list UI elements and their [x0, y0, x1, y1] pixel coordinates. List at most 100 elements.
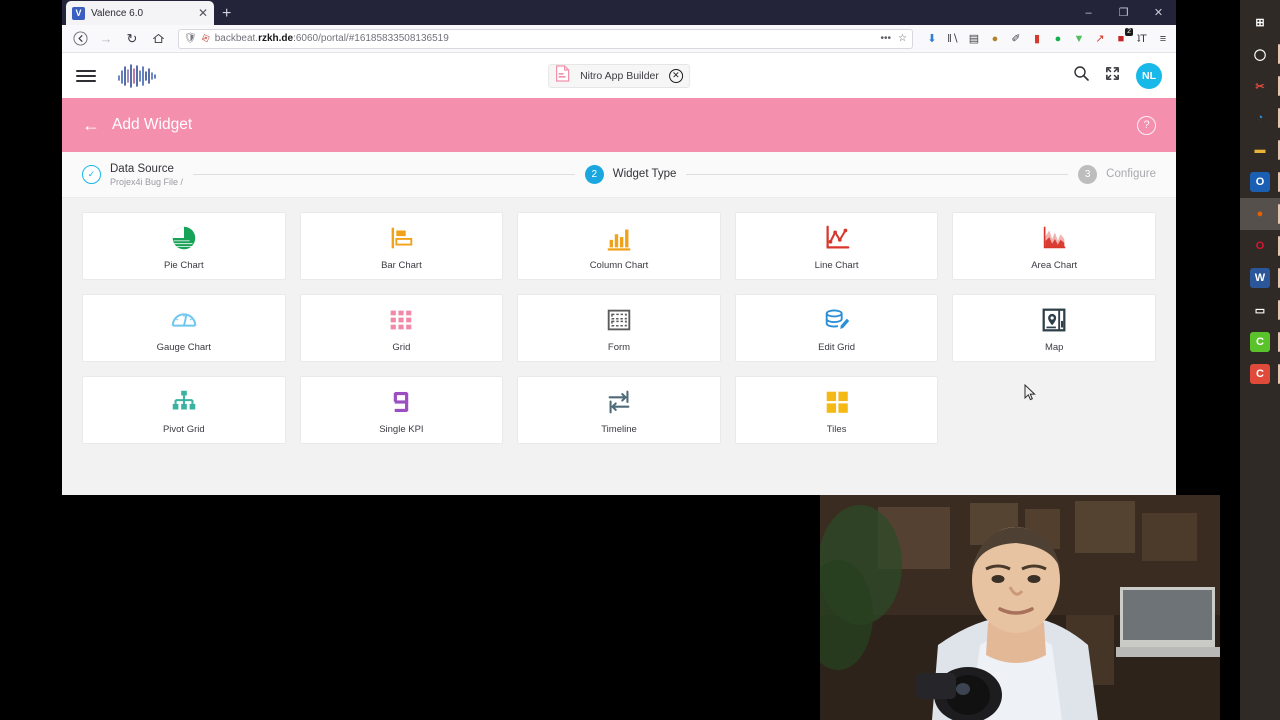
pointer-red-icon[interactable]: ↗: [1093, 32, 1107, 46]
start-button-icon[interactable]: ⊞: [1240, 6, 1280, 38]
menu-icon[interactable]: ≡: [1156, 32, 1170, 46]
widget-card-label: Column Chart: [589, 259, 649, 271]
page-actions-icon[interactable]: •••: [881, 33, 892, 44]
widget-card-grid[interactable]: Grid: [299, 294, 504, 362]
widget-card-label: Grid: [392, 341, 411, 353]
browser-tab[interactable]: V Valence 6.0 ✕: [66, 1, 214, 25]
search-icon[interactable]: [1073, 65, 1089, 86]
app-red-c-icon[interactable]: C: [1240, 358, 1280, 390]
widget-card-pivot-grid[interactable]: Pivot Grid: [82, 376, 286, 444]
widget-card-pie-chart[interactable]: Pie Chart: [82, 212, 286, 280]
word-icon[interactable]: W: [1240, 262, 1280, 294]
area-chart-icon: [1039, 222, 1069, 254]
widget-card-single-kpi[interactable]: Single KPI: [299, 376, 504, 444]
site-info-icon[interactable]: 🛡: [184, 33, 197, 44]
help-icon[interactable]: ?: [1137, 115, 1156, 135]
widget-card-label: Edit Grid: [818, 341, 856, 353]
recorder-icon[interactable]: ▮: [1030, 32, 1044, 46]
remote-desktop-icon[interactable]: ▭: [1240, 294, 1280, 326]
gauge-chart-icon: [169, 304, 199, 336]
widget-card-label: Line Chart: [814, 259, 859, 271]
wizard-stepper: ✓ Data Source Projex4i Bug File / 2 Widget T…: [62, 152, 1176, 198]
file-explorer-icon[interactable]: ▬: [1240, 134, 1280, 166]
circle-green-icon[interactable]: ●: [1051, 32, 1065, 46]
bar-chart-icon: [386, 222, 416, 254]
widget-card-label: Pivot Grid: [162, 423, 205, 435]
url-bar[interactable]: 🛡 ⎆ backbeat.rzkh.de:6060/portal/#161858…: [178, 28, 913, 49]
widget-card-bar-chart[interactable]: Bar Chart: [299, 212, 504, 280]
wizard-step-2[interactable]: 2 Widget Type: [584, 165, 677, 184]
step-subtitle: Projex4i Bug File /: [110, 176, 184, 187]
cookie-icon[interactable]: ●: [988, 32, 1002, 46]
snip-sketch-icon[interactable]: ✂: [1240, 70, 1280, 102]
fullscreen-icon[interactable]: [1105, 66, 1120, 86]
wizard-step-1[interactable]: ✓ Data Source Projex4i Bug File /: [82, 162, 184, 187]
firefox-icon[interactable]: ●: [1240, 198, 1280, 230]
widget-card-form[interactable]: Form: [517, 294, 721, 362]
taskbar-icon-glyph: ▬: [1254, 144, 1266, 156]
outlook-icon[interactable]: O: [1240, 166, 1280, 198]
app-header-actions: NL: [1073, 62, 1162, 89]
browser-titlebar: V Valence 6.0 ✕ + – ❐ ✕: [62, 0, 1176, 25]
tracking-protection-icon[interactable]: ⎆: [200, 32, 211, 45]
step-indicator: 2: [584, 165, 604, 184]
browser-navbar: → ↻ 🛡 ⎆ backbeat.rzkh.de:6060/portal/#16…: [62, 25, 1176, 53]
back-arrow-icon[interactable]: ←: [82, 116, 100, 134]
widget-card-line-chart[interactable]: Line Chart: [734, 212, 939, 280]
shield-icon[interactable]: ▼: [1072, 32, 1086, 46]
widget-card-edit-grid[interactable]: Edit Grid: [734, 294, 939, 362]
widget-type-grid: Pie Chart Bar Chart Column Chart Line Chart…: [62, 198, 1176, 458]
close-window-button[interactable]: ✕: [1141, 0, 1176, 25]
new-tab-button[interactable]: +: [222, 6, 231, 22]
reload-button[interactable]: ↻: [120, 28, 144, 50]
downloads-icon[interactable]: ⬇: [925, 32, 939, 46]
widget-card-label: Gauge Chart: [156, 341, 211, 353]
library-icon[interactable]: ‖∖: [946, 32, 960, 46]
window-controls: – ❐ ✕: [1071, 0, 1176, 25]
valence-app: Nitro App Builder ✕ NL ← Add Widget ? ✓ …: [62, 53, 1176, 495]
widget-card-column-chart[interactable]: Column Chart: [517, 212, 721, 280]
minimize-button[interactable]: –: [1071, 0, 1106, 25]
widget-card-tiles[interactable]: Tiles: [734, 376, 939, 444]
valence-waveform-logo: [116, 63, 166, 89]
eyedropper-icon[interactable]: ✐: [1009, 32, 1023, 46]
line-chart-icon: [822, 222, 852, 254]
column-chart-icon: [604, 222, 634, 254]
step-label: Data Source: [110, 163, 174, 176]
wizard-step-3[interactable]: 3 Configure: [1078, 165, 1156, 184]
step-indicator: 3: [1078, 165, 1098, 184]
form-icon: [604, 304, 634, 336]
bookmark-star-icon[interactable]: ☆: [898, 33, 907, 44]
taskbar-icon-glyph: ◯: [1253, 48, 1267, 61]
widget-card-area-chart[interactable]: Area Chart: [952, 212, 1156, 280]
close-icon[interactable]: ✕: [198, 7, 208, 19]
browser-window: V Valence 6.0 ✕ + – ❐ ✕ → ↻ 🛡 ⎆ backbeat…: [62, 0, 1176, 495]
step-connector: [686, 174, 1069, 175]
extensions-toolbar: ⬇ ‖∖ ▤ ● ✐ ▮ ● ▼ ↗ ■ 2 ʇT ≡: [921, 27, 1170, 46]
widget-card-label: Map: [1044, 341, 1064, 353]
app-green-c-icon[interactable]: C: [1240, 326, 1280, 358]
extension-badge-icon[interactable]: ■ 2: [1114, 27, 1133, 46]
microsoft-edge-icon[interactable]: ◔: [1240, 102, 1280, 134]
active-app-chip[interactable]: Nitro App Builder ✕: [548, 63, 690, 88]
widget-card-map[interactable]: Map: [952, 294, 1156, 362]
sidebar-icon[interactable]: ▤: [967, 32, 981, 46]
hamburger-menu-icon[interactable]: [76, 69, 96, 82]
translate-icon[interactable]: ʇT: [1135, 32, 1149, 46]
avatar[interactable]: NL: [1136, 62, 1162, 89]
widget-card-label: Timeline: [601, 423, 637, 435]
edit-grid-icon: [822, 304, 852, 336]
widget-card-gauge-chart[interactable]: Gauge Chart: [82, 294, 286, 362]
mouse-cursor: [1024, 384, 1036, 401]
cortana-search-icon[interactable]: ◯: [1240, 38, 1280, 70]
single-kpi-icon: [386, 386, 416, 418]
opera-icon[interactable]: O: [1240, 230, 1280, 262]
close-icon[interactable]: ✕: [668, 68, 683, 83]
back-button[interactable]: [68, 28, 92, 50]
forward-button[interactable]: →: [94, 28, 118, 50]
widget-card-timeline[interactable]: Timeline: [517, 376, 721, 444]
step-label: Widget Type: [612, 168, 677, 181]
taskbar-icon-glyph: O: [1255, 240, 1265, 252]
home-button[interactable]: [146, 28, 170, 50]
restore-button[interactable]: ❐: [1106, 0, 1141, 25]
